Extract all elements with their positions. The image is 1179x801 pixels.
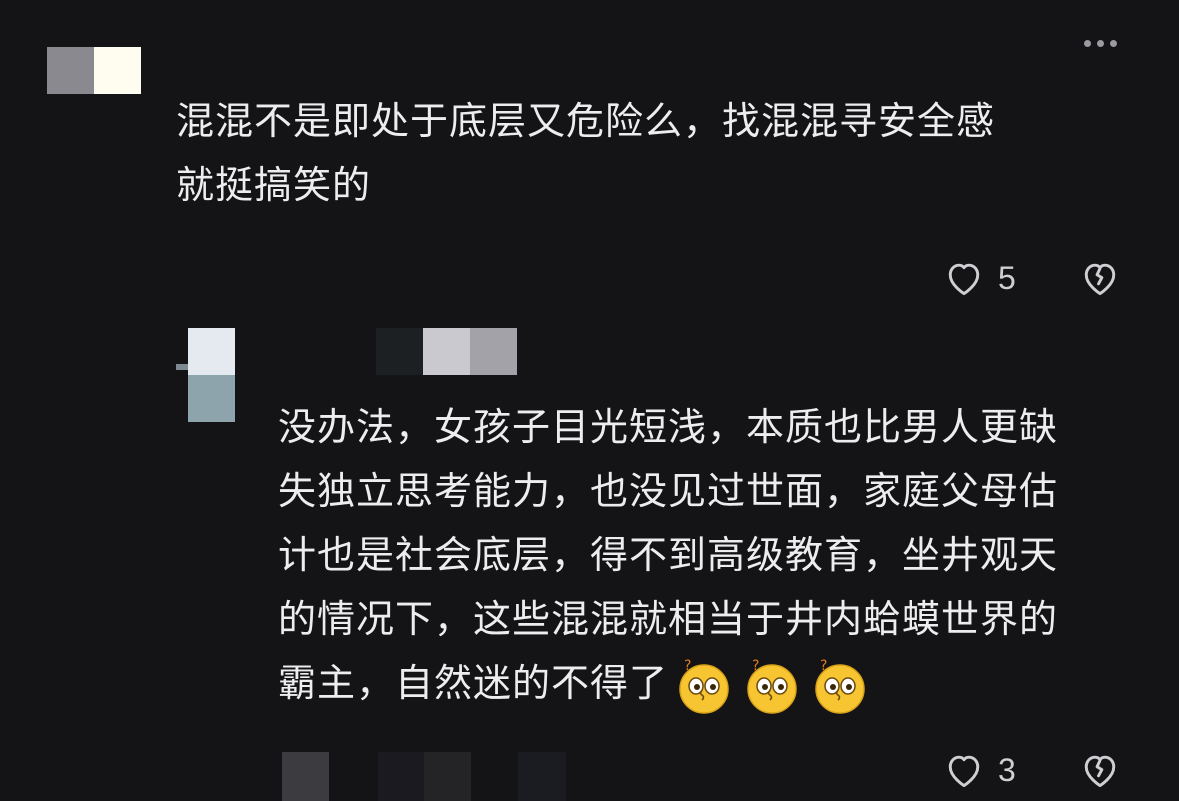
dizzy-face-emoji: ? [747, 658, 797, 714]
heart-outline-icon [948, 755, 980, 788]
reply-line-text: 霸主，自然迷的不得了 [278, 661, 669, 705]
reply-like-button[interactable]: 3 [942, 748, 1016, 792]
reply-dislike-button[interactable] [1078, 748, 1122, 796]
svg-text:?: ? [684, 658, 692, 674]
svg-text:?: ? [752, 658, 760, 674]
reply-line: 的情况下，这些混混就相当于井内蛤蟆世界的 [278, 597, 1059, 641]
comment-line: 混混不是即处于底层又危险么，找混混寻安全感 [176, 99, 996, 143]
reply-text: 没办法，女孩子目光短浅，本质也比男人更缺 失独立思考能力，也没见过世面，家庭父母… [278, 395, 1138, 716]
more-options-icon[interactable] [1080, 36, 1121, 51]
broken-heart-icon [1084, 263, 1116, 296]
comment-text: 混混不是即处于底层又危险么，找混混寻安全感 就挺搞笑的 [176, 89, 1126, 217]
emoji-group: ??? [668, 658, 872, 714]
like-button[interactable]: 5 [942, 256, 1016, 300]
comment-line: 就挺搞笑的 [176, 163, 372, 207]
reply-meta-blurred [282, 752, 566, 801]
reply-author-blurred[interactable] [376, 328, 517, 375]
like-count: 5 [998, 259, 1016, 296]
reply-line: 失独立思考能力，也没见过世面，家庭父母估 [278, 469, 1059, 513]
heart-outline-icon [948, 263, 980, 296]
svg-text:?: ? [820, 658, 828, 674]
broken-heart-icon [1084, 755, 1116, 788]
comment-author-blurred[interactable] [47, 47, 141, 94]
reply-line: 计也是社会底层，得不到高级教育，坐井观天 [278, 533, 1059, 577]
reply-like-count: 3 [998, 751, 1016, 788]
reply-line: 没办法，女孩子目光短浅，本质也比男人更缺 [278, 405, 1059, 449]
reply-avatar-blurred[interactable] [176, 328, 236, 424]
dizzy-face-emoji: ? [679, 658, 729, 714]
reply-line: 霸主，自然迷的不得了??? [278, 651, 1138, 716]
dizzy-face-emoji: ? [815, 658, 865, 714]
dislike-button[interactable] [1078, 256, 1122, 304]
